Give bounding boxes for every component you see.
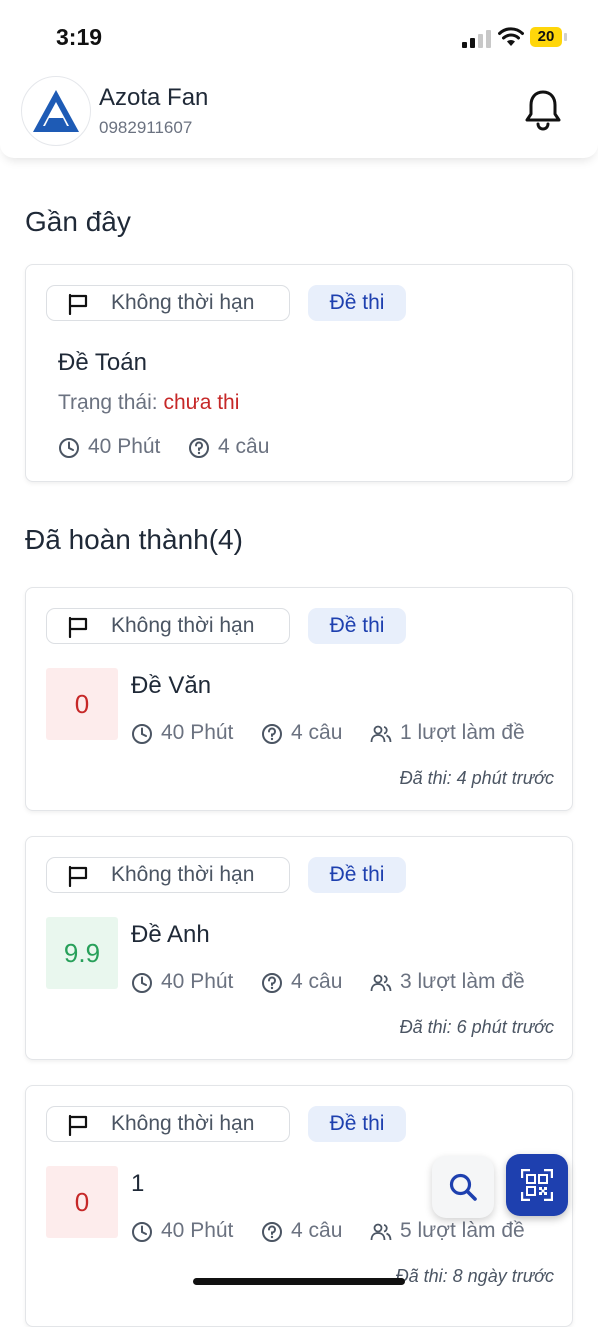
search-button[interactable] bbox=[432, 1156, 494, 1218]
exam-status: Trạng thái: chưa thi bbox=[58, 391, 240, 414]
time-limit-tag: Không thời hạn bbox=[46, 857, 290, 893]
avatar[interactable] bbox=[21, 76, 91, 146]
exam-meta: 40 Phút 4 câu bbox=[58, 435, 538, 461]
question-count: 4 câu bbox=[291, 970, 343, 993]
attempt-count: 5 lượt làm đề bbox=[400, 1219, 525, 1242]
time-limit-label: Không thời hạn bbox=[111, 291, 255, 314]
search-icon bbox=[449, 1173, 477, 1201]
completed-time: Đã thi: 4 phút trước bbox=[399, 768, 554, 788]
exam-type-tag: Đề thi bbox=[308, 1106, 406, 1142]
bell-icon[interactable] bbox=[522, 88, 564, 132]
exam-type-tag: Đề thi bbox=[308, 608, 406, 644]
attempt-count: 3 lượt làm đề bbox=[400, 970, 525, 993]
time-limit-tag: Không thời hạn bbox=[46, 608, 290, 644]
profile-header: Azota Fan 0982911607 bbox=[0, 70, 598, 158]
battery-icon: 20 bbox=[530, 27, 568, 49]
users-icon bbox=[370, 974, 392, 992]
time-limit-tag: Không thời hạn bbox=[46, 1106, 290, 1142]
score-badge: 9.9 bbox=[46, 917, 118, 989]
completed-exam-card[interactable]: Không thời hạn Đề thi 0 Đề Văn 40 Phút 4… bbox=[25, 587, 573, 811]
question-count: 4 câu bbox=[291, 721, 343, 744]
question-icon bbox=[262, 1222, 282, 1242]
exam-meta: 40 Phút 4 câu 5 lượt làm đề bbox=[131, 1219, 561, 1245]
time-limit-label: Không thời hạn bbox=[111, 863, 255, 886]
question-icon bbox=[262, 973, 282, 993]
recent-exam-card[interactable]: Không thời hạn Đề thi Đề Toán Trạng thái… bbox=[25, 264, 573, 482]
cellular-signal-icon bbox=[462, 30, 491, 48]
score-badge: 0 bbox=[46, 668, 118, 740]
exam-title: Đề Toán bbox=[58, 349, 147, 376]
duration: 40 Phút bbox=[161, 970, 234, 993]
question-count: 4 câu bbox=[291, 1219, 343, 1242]
flag-icon bbox=[68, 1114, 88, 1136]
duration: 40 Phút bbox=[161, 721, 234, 744]
home-indicator[interactable] bbox=[193, 1278, 405, 1285]
flag-icon bbox=[68, 293, 88, 315]
battery-level: 20 bbox=[530, 27, 562, 47]
exam-meta: 40 Phút 4 câu 3 lượt làm đề bbox=[131, 970, 561, 996]
completed-section-title: Đã hoàn thành(4) bbox=[25, 524, 243, 555]
score-badge: 0 bbox=[46, 1166, 118, 1238]
flag-icon bbox=[68, 616, 88, 638]
exam-title: Đề Văn bbox=[131, 672, 212, 699]
status-bar: 3:19 20 bbox=[0, 0, 598, 70]
time-limit-tag: Không thời hạn bbox=[46, 285, 290, 321]
completed-time: Đã thi: 8 ngày trước bbox=[395, 1266, 554, 1286]
clock-icon bbox=[132, 973, 152, 993]
exam-type-tag: Đề thi bbox=[308, 285, 406, 321]
completed-time: Đã thi: 6 phút trước bbox=[399, 1017, 554, 1037]
clock-icon bbox=[59, 438, 79, 458]
user-phone: 0982911607 bbox=[99, 118, 193, 137]
status-time: 3:19 bbox=[56, 24, 103, 50]
exam-meta: 40 Phút 4 câu 1 lượt làm đề bbox=[131, 721, 561, 747]
user-name: Azota Fan bbox=[99, 84, 209, 111]
clock-icon bbox=[132, 1222, 152, 1242]
recent-section-title: Gần đây bbox=[25, 206, 131, 237]
duration: 40 Phút bbox=[88, 435, 161, 458]
clock-icon bbox=[132, 724, 152, 744]
status-value: chưa thi bbox=[163, 391, 240, 414]
exam-type-tag: Đề thi bbox=[308, 857, 406, 893]
question-icon bbox=[262, 724, 282, 744]
time-limit-label: Không thời hạn bbox=[111, 614, 255, 637]
users-icon bbox=[370, 1223, 392, 1241]
completed-exam-card[interactable]: Không thời hạn Đề thi 9.9 Đề Anh 40 Phút… bbox=[25, 836, 573, 1060]
time-limit-label: Không thời hạn bbox=[111, 1112, 255, 1135]
azota-logo-icon bbox=[33, 90, 79, 132]
attempt-count: 1 lượt làm đề bbox=[400, 721, 525, 744]
users-icon bbox=[370, 725, 392, 743]
qr-code-icon bbox=[521, 1169, 553, 1201]
wifi-icon bbox=[498, 27, 524, 46]
exam-title: Đề Anh bbox=[131, 921, 210, 948]
question-icon bbox=[189, 438, 209, 458]
flag-icon bbox=[68, 865, 88, 887]
duration: 40 Phút bbox=[161, 1219, 234, 1242]
exam-title: 1 bbox=[131, 1170, 145, 1197]
qr-scan-button[interactable] bbox=[506, 1154, 568, 1216]
question-count: 4 câu bbox=[218, 435, 270, 458]
